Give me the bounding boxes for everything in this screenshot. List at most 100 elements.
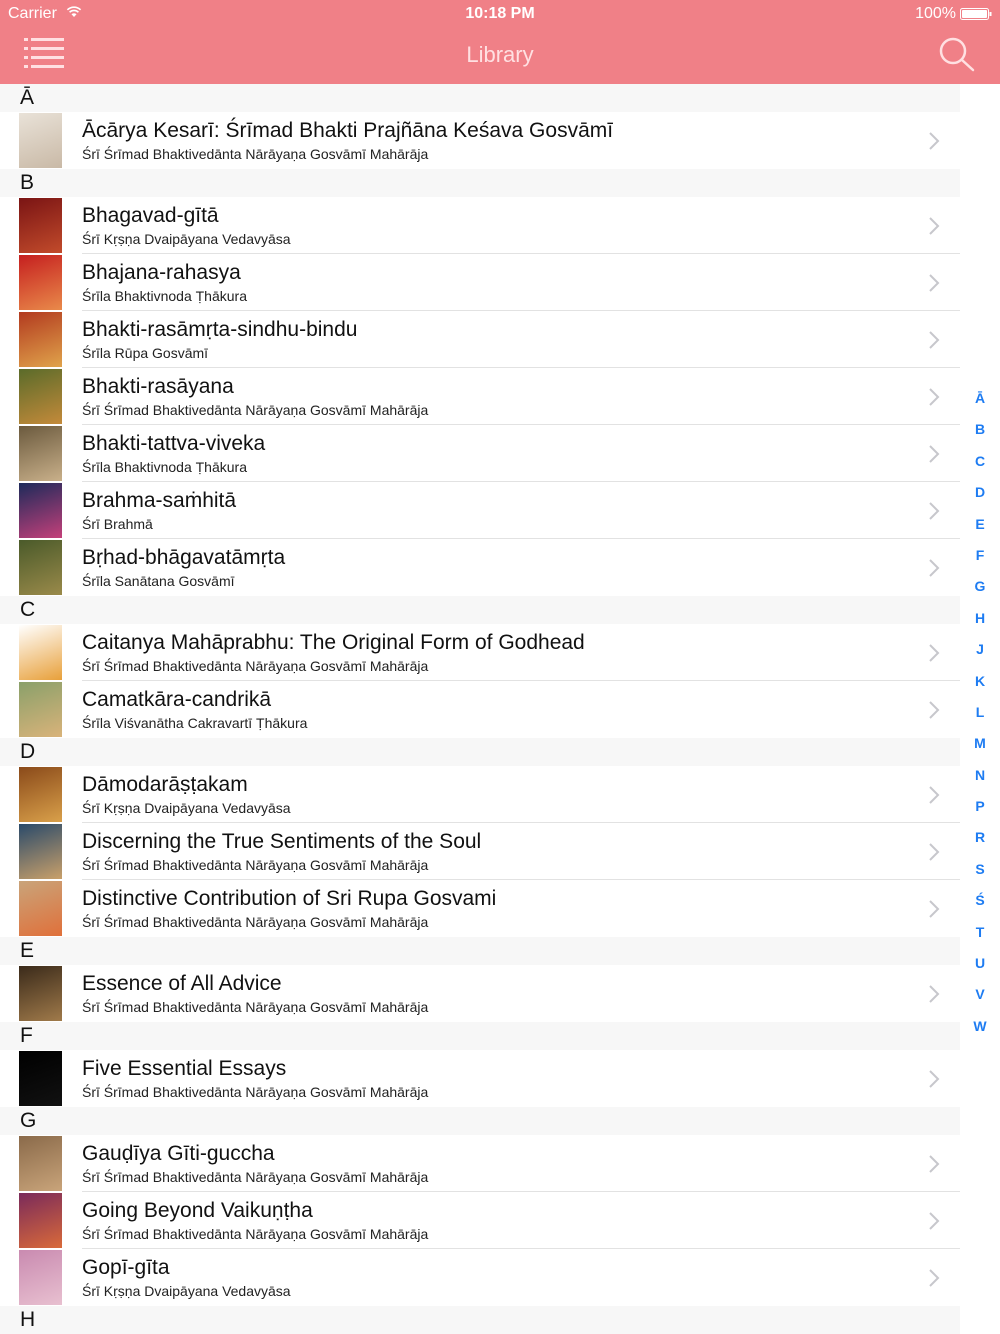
book-title: Bhakti-rasāmṛta-sindhu-bindu: [82, 318, 358, 341]
book-cover-thumbnail: [19, 198, 62, 253]
index-letter[interactable]: R: [966, 827, 994, 858]
navigation-bar: Carrier 10:18 PM 100% Library: [0, 0, 1000, 84]
index-letter[interactable]: H: [966, 608, 994, 639]
chevron-right-icon: [929, 786, 940, 804]
page-title: Library: [466, 42, 534, 67]
book-cover-thumbnail: [19, 682, 62, 737]
index-letter[interactable]: U: [966, 953, 994, 984]
book-title: Essence of All Advice: [82, 972, 282, 995]
book-author: Śrī Śrīmad Bhaktivedānta Nārāyaṇa Gosvām…: [82, 1169, 429, 1185]
chevron-right-icon: [929, 843, 940, 861]
chevron-right-icon: [929, 1070, 940, 1088]
book-cover-thumbnail: [19, 426, 62, 481]
index-letter[interactable]: S: [966, 859, 994, 890]
section-header: B: [0, 169, 960, 197]
book-list[interactable]: Ā Ācārya Kesarī: Śrīmad Bhakti Prajñāna K…: [0, 84, 960, 1334]
book-cover-thumbnail: [19, 767, 62, 822]
book-title: Camatkāra-candrikā: [82, 688, 272, 711]
alphabet-index[interactable]: ĀBCDEFGHJKLMNPRSŚTUVW: [966, 388, 994, 1047]
index-letter[interactable]: B: [966, 419, 994, 450]
chevron-right-icon: [929, 1269, 940, 1287]
book-row[interactable]: Going Beyond Vaikuṇṭha Śrī Śrīmad Bhaktiv…: [0, 1192, 960, 1249]
index-letter[interactable]: C: [966, 451, 994, 482]
book-cover-thumbnail: [19, 966, 62, 1021]
chevron-right-icon: [929, 217, 940, 235]
book-row[interactable]: Distinctive Contribution of Sri Rupa Gos…: [0, 880, 960, 937]
index-letter[interactable]: P: [966, 796, 994, 827]
book-title: Gopī-gīta: [82, 1256, 170, 1279]
book-title: Five Essential Essays: [82, 1057, 287, 1080]
section-letter: B: [20, 171, 35, 194]
chevron-right-icon: [929, 388, 940, 406]
book-row[interactable]: Bhagavad-gītā Śrī Kṛṣṇa Dvaipāyana Vedavy…: [0, 197, 960, 254]
book-row[interactable]: Essence of All Advice Śrī Śrīmad Bhaktive…: [0, 965, 960, 1022]
book-title: Bhakti-rasāyana: [82, 375, 234, 398]
chevron-right-icon: [929, 502, 940, 520]
chevron-right-icon: [929, 900, 940, 918]
book-title: Discerning the True Sentiments of the So…: [82, 830, 482, 853]
chevron-right-icon: [929, 559, 940, 577]
book-title: Caitanya Mahāprabhu: The Original Form o…: [82, 631, 585, 654]
section-letter: H: [20, 1308, 36, 1331]
book-title: Distinctive Contribution of Sri Rupa Gos…: [82, 887, 497, 910]
book-author: Śrī Śrīmad Bhaktivedānta Nārāyaṇa Gosvām…: [82, 1084, 429, 1100]
book-row[interactable]: Bhakti-rasāmṛta-sindhu-bindu Śrīla Rūpa G…: [0, 311, 960, 368]
book-title: Bhajana-rahasya: [82, 261, 241, 284]
book-row[interactable]: Gopī-gīta Śrī Kṛṣṇa Dvaipāyana Vedavyāsa: [0, 1249, 960, 1306]
index-letter[interactable]: E: [966, 514, 994, 545]
index-letter[interactable]: K: [966, 671, 994, 702]
index-letter[interactable]: V: [966, 984, 994, 1015]
book-title: Bhakti-tattva-viveka: [82, 432, 266, 455]
index-letter[interactable]: J: [966, 639, 994, 670]
book-author: Śrī Brahmā: [82, 516, 153, 532]
book-author: Śrī Śrīmad Bhaktivedānta Nārāyaṇa Gosvām…: [82, 914, 429, 930]
book-row[interactable]: Bṛhad-bhāgavatāmṛta Śrīla Sanātana Gosvām…: [0, 539, 960, 596]
book-author: Śrīla Sanātana Gosvāmī: [82, 573, 235, 589]
section-letter: F: [20, 1024, 33, 1047]
chevron-right-icon: [929, 1212, 940, 1230]
chevron-right-icon: [929, 445, 940, 463]
book-row[interactable]: Gauḍīya Gīti-guccha Śrī Śrīmad Bhaktivedā…: [0, 1135, 960, 1192]
book-row[interactable]: Ācārya Kesarī: Śrīmad Bhakti Prajñāna Ke…: [0, 112, 960, 169]
book-row[interactable]: Camatkāra-candrikā Śrīla Viśvanātha Cakra…: [0, 681, 960, 738]
index-letter[interactable]: T: [966, 922, 994, 953]
index-letter[interactable]: G: [966, 576, 994, 607]
chevron-right-icon: [929, 331, 940, 349]
book-cover-thumbnail: [19, 540, 62, 595]
clock-label: 10:18 PM: [465, 5, 535, 22]
chevron-right-icon: [929, 132, 940, 150]
index-letter[interactable]: L: [966, 702, 994, 733]
book-cover-thumbnail: [19, 483, 62, 538]
book-row[interactable]: Bhakti-tattva-viveka Śrīla Bhaktivnoda Ṭh…: [0, 425, 960, 482]
book-row[interactable]: Discerning the True Sentiments of the So…: [0, 823, 960, 880]
book-row[interactable]: Brahma-saṁhitā Śrī Brahmā: [0, 482, 960, 539]
book-title: Gauḍīya Gīti-guccha: [82, 1142, 275, 1165]
book-title: Brahma-saṁhitā: [82, 489, 237, 512]
book-row[interactable]: Bhakti-rasāyana Śrī Śrīmad Bhaktivedānta …: [0, 368, 960, 425]
index-letter[interactable]: Ś: [966, 890, 994, 921]
book-author: Śrī Kṛṣṇa Dvaipāyana Vedavyāsa: [82, 1283, 291, 1299]
book-cover-thumbnail: [19, 1250, 62, 1305]
book-author: Śrī Śrīmad Bhaktivedānta Nārāyaṇa Gosvām…: [82, 999, 429, 1015]
index-letter[interactable]: W: [966, 1016, 994, 1047]
book-cover-thumbnail: [19, 625, 62, 680]
book-author: Śrī Śrīmad Bhaktivedānta Nārāyaṇa Gosvām…: [82, 658, 429, 674]
section-letter: E: [20, 939, 35, 962]
book-row[interactable]: Bhajana-rahasya Śrīla Bhaktivnoda Ṭhākura: [0, 254, 960, 311]
book-row[interactable]: Five Essential Essays Śrī Śrīmad Bhaktive…: [0, 1050, 960, 1107]
index-letter[interactable]: Ā: [966, 388, 994, 419]
book-author: Śrī Kṛṣṇa Dvaipāyana Vedavyāsa: [82, 231, 291, 247]
index-letter[interactable]: N: [966, 765, 994, 796]
chevron-right-icon: [929, 1155, 940, 1173]
search-icon[interactable]: [938, 36, 976, 72]
book-author: Śrī Śrīmad Bhaktivedānta Nārāyaṇa Gosvām…: [82, 857, 429, 873]
section-header: G: [0, 1107, 960, 1135]
book-cover-thumbnail: [19, 881, 62, 936]
index-letter[interactable]: M: [966, 733, 994, 764]
section-header: C: [0, 596, 960, 624]
book-cover-thumbnail: [19, 1136, 62, 1191]
index-letter[interactable]: D: [966, 482, 994, 513]
book-row[interactable]: Dāmodarāṣṭakam Śrī Kṛṣṇa Dvaipāyana Vedav…: [0, 766, 960, 823]
book-row[interactable]: Caitanya Mahāprabhu: The Original Form o…: [0, 624, 960, 681]
index-letter[interactable]: F: [966, 545, 994, 576]
